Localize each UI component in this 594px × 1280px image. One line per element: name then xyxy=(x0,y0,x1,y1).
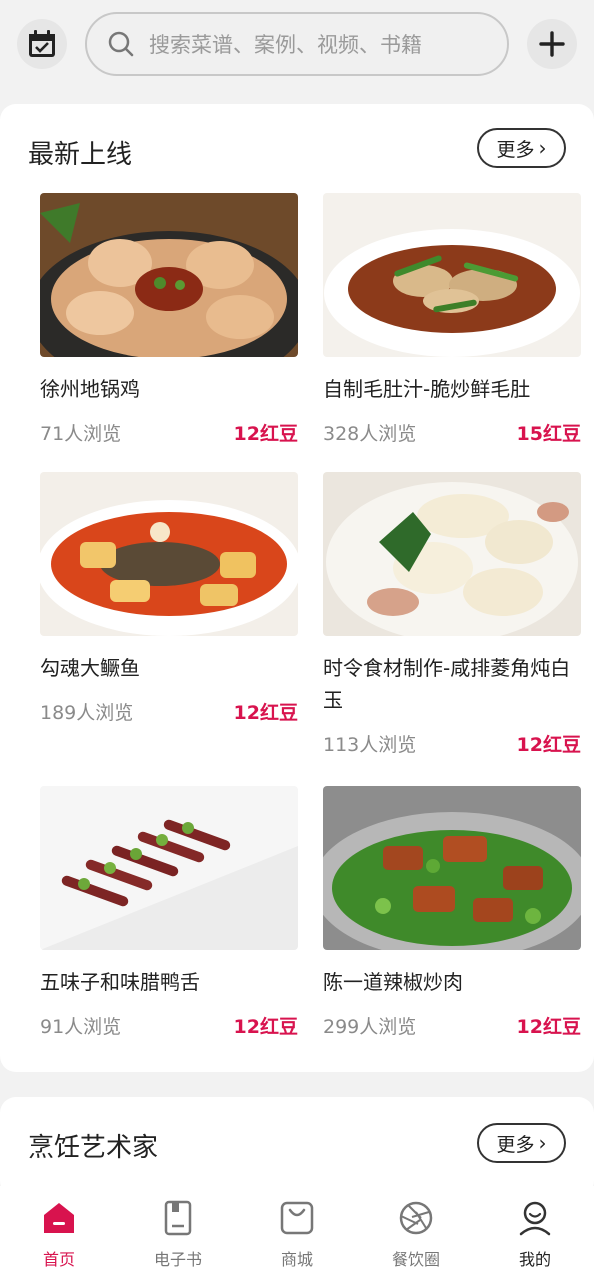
ebook-icon xyxy=(158,1198,198,1238)
more-label: 更多 xyxy=(496,138,535,161)
chevron-right-icon: › xyxy=(538,1131,547,1155)
bottom-nav: 首页 电子书 商城 餐饮圈 我的 xyxy=(0,1186,594,1280)
view-count: 328人浏览 xyxy=(323,423,417,445)
more-button[interactable]: 更多 › xyxy=(477,1123,566,1163)
aperture-icon xyxy=(396,1198,436,1238)
recipe-name: 时令食材制作-咸排菱角炖白玉 xyxy=(323,656,571,712)
more-button[interactable]: 更多 › xyxy=(477,128,566,168)
recipe-card[interactable]: 五味子和味腊鸭舌 91人浏览 12红豆 xyxy=(40,786,298,1039)
recipe-card[interactable]: 陈一道辣椒炒肉 299人浏览 12红豆 xyxy=(323,786,581,1039)
more-label: 更多 xyxy=(496,1133,535,1156)
price: 15红豆 xyxy=(516,423,581,445)
recipe-image xyxy=(40,786,298,950)
shopping-bag-icon xyxy=(277,1198,317,1238)
home-icon xyxy=(39,1198,79,1238)
view-count: 113人浏览 xyxy=(323,734,417,756)
top-bar: 搜索菜谱、案例、视频、书籍 xyxy=(0,0,594,88)
recipe-image xyxy=(323,472,581,636)
search-icon xyxy=(108,31,134,57)
recipe-name: 五味子和味腊鸭舌 xyxy=(40,970,200,994)
recipe-image xyxy=(323,193,581,357)
profile-icon xyxy=(515,1198,555,1238)
recipe-card[interactable]: 自制毛肚汁-脆炒鲜毛肚 328人浏览 15红豆 xyxy=(323,193,581,446)
chevron-right-icon: › xyxy=(538,136,547,160)
nav-label: 餐饮圈 xyxy=(391,1250,440,1269)
view-count: 299人浏览 xyxy=(323,1016,417,1038)
price: 12红豆 xyxy=(233,1016,298,1038)
newest-section: 最新上线 更多 › 徐州地锅鸡 71人浏览 12红豆 自制毛肚汁-脆炒鲜毛肚 3… xyxy=(0,104,594,1072)
view-count: 189人浏览 xyxy=(40,702,134,724)
section-title: 烹饪艺术家 xyxy=(28,1133,159,1163)
nav-label: 我的 xyxy=(518,1250,551,1269)
nav-home[interactable]: 首页 xyxy=(14,1198,104,1270)
price: 12红豆 xyxy=(516,1016,581,1038)
recipe-card[interactable]: 徐州地锅鸡 71人浏览 12红豆 xyxy=(40,193,298,446)
recipe-image xyxy=(40,472,298,636)
recipe-card[interactable]: 勾魂大鳜鱼 189人浏览 12红豆 xyxy=(40,472,298,725)
recipe-name: 陈一道辣椒炒肉 xyxy=(323,970,463,994)
view-count: 71人浏览 xyxy=(40,423,122,445)
price: 12红豆 xyxy=(233,702,298,724)
recipe-name: 徐州地锅鸡 xyxy=(40,377,140,401)
price: 12红豆 xyxy=(233,423,298,445)
calendar-button[interactable] xyxy=(17,19,67,69)
nav-label: 电子书 xyxy=(153,1250,202,1269)
recipe-image xyxy=(40,193,298,357)
search-placeholder: 搜索菜谱、案例、视频、书籍 xyxy=(149,33,422,57)
recipe-card[interactable]: 时令食材制作-咸排菱角炖白玉 113人浏览 12红豆 xyxy=(323,472,581,757)
recipe-name: 勾魂大鳜鱼 xyxy=(40,656,140,680)
add-button[interactable] xyxy=(527,19,577,69)
nav-circle[interactable]: 餐饮圈 xyxy=(371,1198,461,1270)
nav-label: 商城 xyxy=(280,1250,313,1269)
nav-mall[interactable]: 商城 xyxy=(252,1198,342,1270)
artists-section: 烹饪艺术家 更多 › xyxy=(0,1097,594,1197)
nav-ebook[interactable]: 电子书 xyxy=(133,1198,223,1270)
section-title: 最新上线 xyxy=(28,140,133,170)
price: 12红豆 xyxy=(516,734,581,756)
recipe-name: 自制毛肚汁-脆炒鲜毛肚 xyxy=(323,377,531,401)
calendar-check-icon xyxy=(29,30,55,57)
search-input[interactable]: 搜索菜谱、案例、视频、书籍 xyxy=(85,12,509,76)
nav-label: 首页 xyxy=(42,1250,75,1269)
plus-icon xyxy=(539,31,565,57)
recipe-image xyxy=(323,786,581,950)
view-count: 91人浏览 xyxy=(40,1016,122,1038)
nav-me[interactable]: 我的 xyxy=(490,1198,580,1270)
